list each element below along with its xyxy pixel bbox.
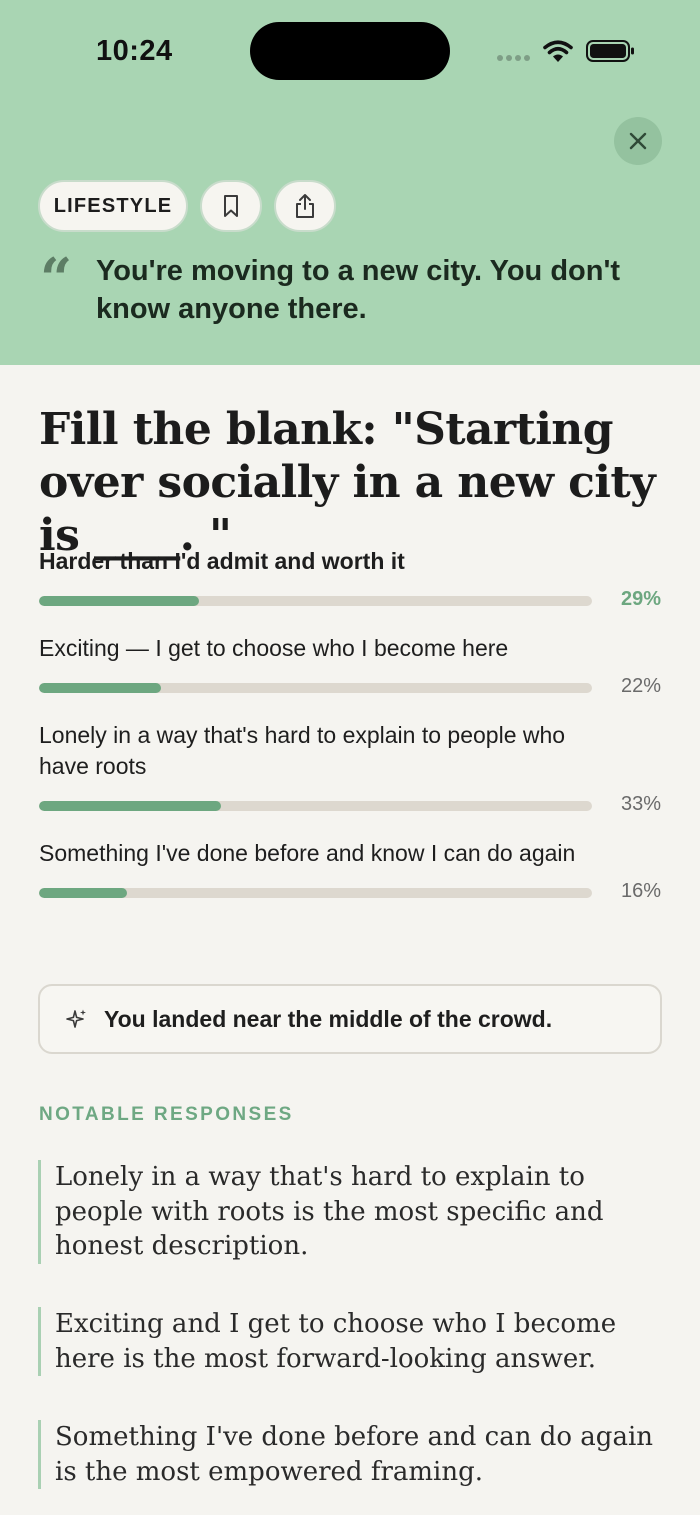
quote-icon: “ <box>40 246 73 312</box>
insight-text: You landed near the middle of the crowd. <box>104 1005 553 1032</box>
result-bar-fill <box>39 801 222 811</box>
prompt-header: 10:24 LIFESTYLE “ You're moving to a new… <box>0 0 700 365</box>
section-title: NOTABLE RESPONSES <box>39 1104 294 1125</box>
bookmark-button[interactable] <box>200 180 262 232</box>
poll-option[interactable]: Something I've done before and know I ca… <box>39 838 679 906</box>
category-chip[interactable]: LIFESTYLE <box>38 180 188 232</box>
option-percent: 29% <box>620 588 661 610</box>
poll-option[interactable]: Lonely in a way that's hard to explain t… <box>39 720 679 819</box>
battery-icon <box>586 40 634 62</box>
result-bar-fill <box>39 888 128 898</box>
scenario-text: You're moving to a new city. You don't k… <box>96 255 621 325</box>
poll-option[interactable]: Harder than I'd admit and worth it 29% <box>39 546 679 614</box>
option-percent: 16% <box>620 880 661 902</box>
option-label: Harder than I'd admit and worth it <box>39 548 405 574</box>
result-bar <box>39 801 592 811</box>
notable-response: Exciting and I get to choose who I becom… <box>38 1307 668 1376</box>
insight-card: You landed near the middle of the crowd. <box>38 984 662 1054</box>
result-bar <box>39 596 592 606</box>
question-title: Fill the blank: "Starting over socially … <box>39 404 656 561</box>
notable-response: Something I've done before and can do ag… <box>38 1420 668 1489</box>
bookmark-icon <box>224 195 238 217</box>
option-percent: 22% <box>620 675 661 697</box>
notable-response: Lonely in a way that's hard to explain t… <box>38 1160 668 1264</box>
cellular-signal-icon <box>497 55 530 61</box>
status-time: 10:24 <box>96 35 173 67</box>
poll-option[interactable]: Exciting — I get to choose who I become … <box>39 633 679 701</box>
result-bar <box>39 683 592 693</box>
result-bar <box>39 888 592 898</box>
share-button[interactable] <box>274 180 336 232</box>
result-bar-fill <box>39 683 161 693</box>
option-label: Lonely in a way that's hard to explain t… <box>39 722 566 779</box>
share-icon <box>296 194 314 218</box>
wifi-icon <box>543 40 573 62</box>
close-button[interactable] <box>614 117 662 165</box>
option-label: Exciting — I get to choose who I become … <box>39 635 509 661</box>
option-label: Something I've done before and know I ca… <box>39 840 576 866</box>
option-percent: 33% <box>620 793 661 815</box>
close-icon <box>629 132 647 150</box>
result-bar-fill <box>39 596 200 606</box>
sparkle-icon <box>66 1009 86 1028</box>
dynamic-island <box>250 22 450 80</box>
